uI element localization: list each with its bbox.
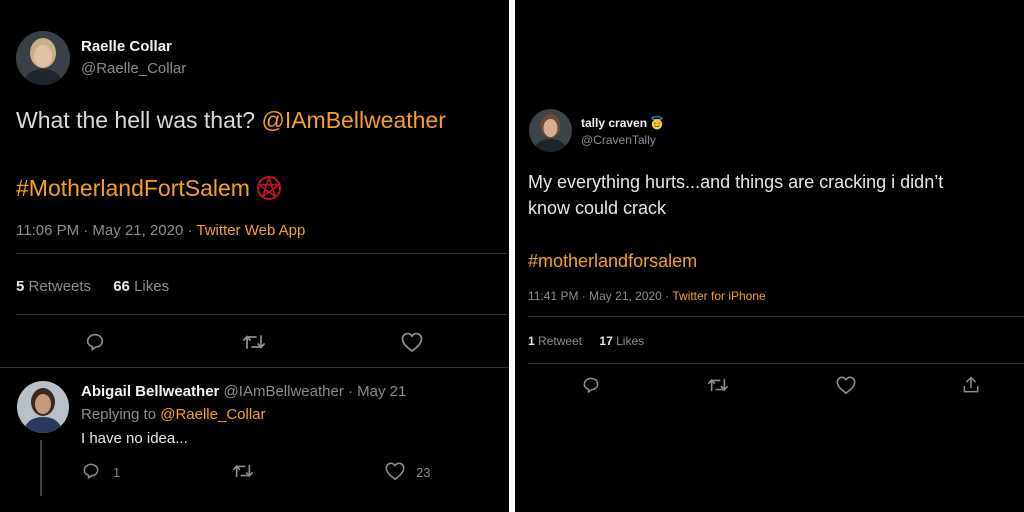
retweet-icon[interactable]: [242, 331, 266, 353]
tweet-timestamp[interactable]: 11:41 PM · May 21, 2020 ·: [528, 289, 672, 303]
share-icon[interactable]: [961, 375, 981, 395]
reply-icon[interactable]: [84, 331, 106, 353]
reply-reply-icon[interactable]: [81, 461, 101, 481]
like-icon[interactable]: [835, 375, 857, 395]
right-tweet-panel: tally craven @CravenTally My everything …: [515, 0, 1024, 512]
replying-to-label: Replying to: [81, 406, 161, 423]
divider: [528, 363, 1024, 364]
thread-line: [40, 440, 42, 496]
likes-stat[interactable]: 17 Likes: [599, 334, 644, 348]
divider: [16, 253, 507, 254]
retweets-count: 1: [528, 334, 535, 348]
replying-to-handle[interactable]: @Raelle_Collar: [160, 406, 265, 423]
retweets-label: Retweets: [28, 278, 92, 295]
pentagram-emoji-icon: [256, 175, 282, 201]
divider: [16, 314, 507, 315]
retweets-stat[interactable]: 5 Retweets: [16, 278, 91, 295]
reply-handle-date[interactable]: @IAmBellweather · May 21: [224, 383, 407, 400]
divider: [0, 367, 509, 368]
author-name-text: tally craven: [581, 116, 648, 130]
reply-text: I have no idea...: [81, 430, 188, 447]
tweet-hashtag-line: #MotherlandFortSalem: [16, 175, 282, 202]
reply-like-icon[interactable]: [384, 461, 406, 481]
retweets-count: 5: [16, 278, 25, 295]
author-handle[interactable]: @CravenTally: [581, 133, 656, 147]
tweet-text: What the hell was that? @IAmBellweather: [16, 107, 446, 134]
tweet-stats: 1 Retweet 17 Likes: [528, 334, 644, 348]
author-handle[interactable]: @Raelle_Collar: [81, 60, 186, 77]
reply-reply-count: 1: [113, 465, 121, 480]
smiling-face-with-halo-emoji-icon: [650, 116, 664, 130]
replying-to: Replying to @Raelle_Collar: [81, 406, 266, 423]
retweet-icon[interactable]: [707, 375, 729, 395]
like-icon[interactable]: [400, 331, 424, 353]
abigail-avatar[interactable]: [17, 381, 69, 433]
likes-count: 17: [599, 334, 613, 348]
hashtag-link[interactable]: #MotherlandFortSalem: [16, 175, 250, 201]
divider: [528, 316, 1024, 317]
tweet-timestamp[interactable]: 11:06 PM · May 21, 2020 ·: [16, 222, 196, 239]
author-name[interactable]: tally craven: [581, 116, 664, 130]
reply-author-name[interactable]: Abigail Bellweather: [81, 383, 219, 400]
reply-icon[interactable]: [581, 375, 601, 395]
left-tweet-panel: Raelle Collar @Raelle_Collar What the he…: [0, 0, 509, 512]
author-name[interactable]: Raelle Collar: [81, 38, 172, 55]
tweet-source[interactable]: Twitter for iPhone: [672, 289, 765, 303]
tweet-text-prefix: What the hell was that?: [16, 107, 262, 133]
tweet-timestamp-line: 11:41 PM · May 21, 2020 · Twitter for iP…: [528, 289, 766, 303]
reply-like-count: 23: [416, 465, 431, 480]
tally-avatar[interactable]: [529, 109, 572, 152]
likes-label: Likes: [616, 334, 645, 348]
reply-header: Abigail Bellweather @IAmBellweather · Ma…: [81, 383, 406, 400]
retweets-stat[interactable]: 1 Retweet: [528, 334, 582, 348]
tweet-stats: 5 Retweets 66 Likes: [16, 278, 169, 295]
reply-retweet-icon[interactable]: [232, 461, 254, 481]
likes-count: 66: [113, 278, 130, 295]
tweet-text-line1: My everything hurts...and things are cra…: [528, 172, 944, 192]
likes-stat[interactable]: 66 Likes: [113, 278, 169, 295]
likes-label: Likes: [134, 278, 170, 295]
tweet-source[interactable]: Twitter Web App: [196, 222, 305, 239]
hashtag-link[interactable]: #motherlandforsalem: [528, 251, 697, 272]
tweet-timestamp-line: 11:06 PM · May 21, 2020 · Twitter Web Ap…: [16, 222, 305, 239]
tweet-text-line2: know could crack: [528, 198, 667, 218]
raelle-avatar[interactable]: [16, 31, 70, 85]
retweets-label: Retweet: [538, 334, 583, 348]
mention-link[interactable]: @IAmBellweather: [261, 107, 445, 133]
